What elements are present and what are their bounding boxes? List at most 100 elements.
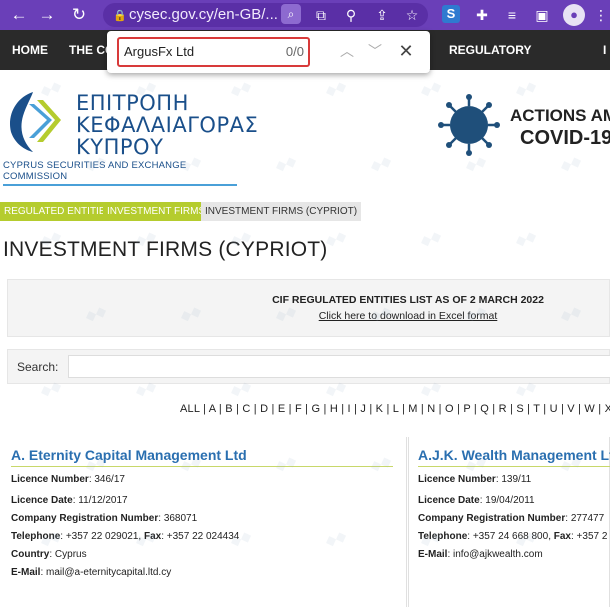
alphabet-filter-b[interactable]: B [225,403,233,415]
find-close-icon[interactable]: ✕ [396,41,416,61]
telephone-value: +357 22 029021 [65,531,139,542]
alphabet-filter-q[interactable]: Q [480,403,489,415]
cysec-logo-icon[interactable] [3,86,67,156]
forward-icon[interactable]: → [36,4,58,26]
logo-line-2: ΚΕΦΑΛΑΙΑΓΟΡΑΣ [76,113,259,137]
telephone-row: Telephone: +357 22 029021, Fax: +357 22 … [11,531,240,542]
search-box: Search: [7,349,610,384]
country-value: Cyprus [54,549,87,560]
zoom-icon[interactable]: ⚲ [342,6,360,24]
email-value[interactable]: info@ajkwealth.com [453,549,543,560]
nav-next[interactable]: I [603,30,606,70]
licence-date-value: 11/12/2017 [78,495,128,506]
email-label: E-Mail [418,549,448,560]
licence-date-row: Licence Date: 19/04/2011 [418,495,535,506]
nav-home[interactable]: HOME [12,30,48,70]
telephone-value: +357 24 668 800 [472,531,549,542]
find-bar: ArgusFx Ltd 0/0 ︿ ﹀ ✕ [107,31,430,73]
breadcrumb-investment-firms[interactable]: INVESTMENT FIRMS [103,202,210,221]
extensions-puzzle-icon[interactable]: ✚ [473,6,491,24]
covid-banner-line-2[interactable]: COVID-19 [520,127,610,150]
alphabet-filter-r[interactable]: R [499,403,507,415]
alphabet-separator: | [383,403,393,415]
alphabet-filter-u[interactable]: U [550,403,558,415]
alphabet-filter-all[interactable]: ALL [180,403,200,415]
telephone-label: Telephone [418,531,468,542]
company-reg-label: Company Registration Number [11,513,159,524]
reload-icon[interactable]: ↻ [68,4,90,26]
alphabet-filter-p[interactable]: P [463,403,470,415]
firm-name-link[interactable]: A.J.K. Wealth Management Ltd [418,447,610,463]
alphabet-filter-g[interactable]: G [311,403,320,415]
telephone-row: Telephone: +357 24 668 800, Fax: +357 2 [418,531,608,542]
alphabet-filter-o[interactable]: O [445,403,454,415]
alphabet-separator: | [595,403,605,415]
alphabet-separator: | [470,403,481,415]
email-label: E-Mail [11,567,41,578]
lock-icon: 🔒 [113,10,127,22]
alphabet-filter-w[interactable]: W [584,403,595,415]
fax-value: +357 2 [576,531,608,542]
company-reg-row: Company Registration Number: 277477 [418,513,605,524]
find-previous-icon[interactable]: ︿ [337,41,357,61]
alphabet-separator: | [337,403,348,415]
alphabet-separator: | [250,403,261,415]
covid-banner-line-1[interactable]: ACTIONS AMI [510,106,610,126]
alphabet-separator: | [320,403,330,415]
find-input[interactable]: ArgusFx Ltd 0/0 [117,37,310,67]
menu-kebab-icon[interactable]: ⋮ [592,6,610,24]
licence-date-label: Licence Date [11,495,73,506]
alphabet-filter-c[interactable]: C [242,403,250,415]
bookmark-star-icon[interactable]: ☆ [403,6,421,24]
find-in-page-icon[interactable]: ⌕ [281,4,301,24]
licence-date-value: 19/04/2011 [485,495,535,506]
download-excel-link[interactable]: Click here to download in Excel format [8,310,610,322]
browser-toolbar: ← → ↻ 🔒 cysec.gov.cy/en-GB/... ⌕ ⧉ ⚲ ⇪ ☆ … [0,0,610,30]
profile-avatar[interactable]: ● [563,4,585,26]
alphabet-filter-v[interactable]: V [567,403,575,415]
find-next-icon[interactable]: ﹀ [365,41,385,61]
alphabet-separator: | [574,403,585,415]
card-divider [11,466,393,467]
alphabet-separator: | [268,403,278,415]
country-row: Country: Cyprus [11,549,87,560]
extension-s-icon[interactable]: S [442,5,460,23]
alphabet-separator: | [398,403,409,415]
fax-value: +357 22 024434 [166,531,240,542]
alphabet-separator: | [453,403,464,415]
alphabet-filter-x[interactable]: X [605,403,610,415]
breadcrumb-investment-firms-cypriot: INVESTMENT FIRMS (CYPRIOT) [201,202,362,221]
alphabet-filter-s[interactable]: S [516,403,524,415]
alphabet-filter-f[interactable]: F [295,403,302,415]
watermark-mark: ◆◆ [417,226,444,250]
email-value[interactable]: mail@a-eternitycapital.ltd.cy [46,567,171,578]
alphabet-separator: | [489,403,499,415]
firm-card: A. Eternity Capital Management Ltd Licen… [0,437,407,607]
back-icon[interactable]: ← [8,4,30,26]
alphabet-filter-h[interactable]: H [330,403,338,415]
licence-number-row: Licence Number: 346/17 [11,474,125,485]
alphabet-filter-t[interactable]: T [533,403,540,415]
alphabet-separator: | [232,403,243,415]
alphabet-separator: | [350,403,361,415]
country-label: Country [11,549,50,560]
nav-regulatory-framework[interactable]: REGULATORY FRAMEWORK [449,30,610,97]
watermark-mark: ◆◆ [322,76,349,100]
alphabet-separator: | [199,403,209,415]
reading-list-icon[interactable]: ≡ [503,6,521,24]
logo-line-1: ΕΠΙΤΡΟΠΗ [76,91,189,115]
alphabet-filter-a[interactable]: A [209,403,216,415]
breadcrumb-regulated-entities[interactable]: REGULATED ENTITIES [0,202,117,221]
translate-icon[interactable]: ⧉ [312,6,330,24]
firm-name-link[interactable]: A. Eternity Capital Management Ltd [11,447,247,463]
search-label: Search: [17,360,59,374]
search-input[interactable] [68,355,610,378]
side-panel-icon[interactable]: ▣ [533,6,551,24]
share-icon[interactable]: ⇪ [373,6,391,24]
alphabet-separator: | [557,403,568,415]
email-row: E-Mail: info@ajkwealth.com [418,549,543,560]
watermark-mark: ◆◆ [367,151,394,175]
logo-line-3: ΚΥΠΡΟΥ [76,135,164,159]
alphabet-filter-m[interactable]: M [408,403,417,415]
address-url: cysec.gov.cy/en-GB/... [129,6,278,23]
